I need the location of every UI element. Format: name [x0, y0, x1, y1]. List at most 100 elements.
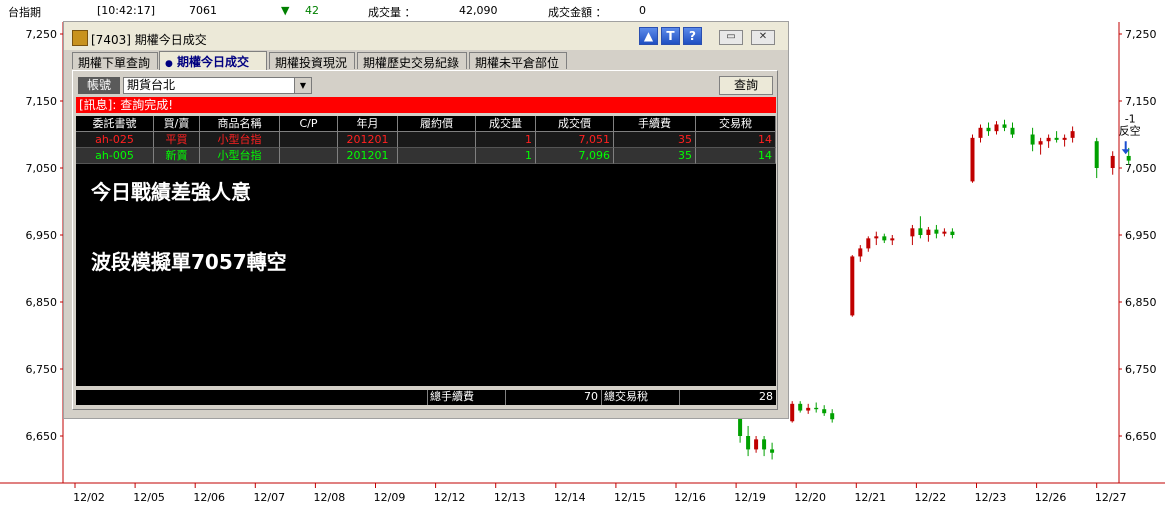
- window-titlebar[interactable]: [7403] 期權今日成交 ▲ T ? ▭ ✕: [64, 22, 788, 50]
- query-button[interactable]: 查詢: [719, 76, 773, 95]
- table-header: 委託書號 買/賣 商品名稱 C/P 年月 履約價 成交量 成交價 手續費 交易稅: [76, 116, 776, 132]
- cell-product: 小型台指: [200, 148, 280, 164]
- trades-grid[interactable]: 委託書號 買/賣 商品名稱 C/P 年月 履約價 成交量 成交價 手續費 交易稅…: [76, 116, 776, 386]
- candle-body: [934, 229, 939, 234]
- y-tick-label: 6,850: [1125, 296, 1157, 309]
- tab-trade-history[interactable]: 期權歷史交易紀錄: [357, 52, 467, 70]
- candle-body: [790, 403, 795, 422]
- message-bar: [訊息]: 查詢完成!: [76, 97, 776, 113]
- candle-body: [1030, 134, 1035, 145]
- candle-body: [950, 231, 955, 235]
- col-price[interactable]: 成交價: [536, 116, 614, 132]
- account-label: 帳號: [78, 77, 120, 94]
- x-tick-label: 12/12: [434, 491, 466, 504]
- tab-investment-status[interactable]: 期權投資現況: [269, 52, 355, 70]
- cell-qty: 1: [476, 148, 536, 164]
- tab-label: 期權今日成交: [177, 55, 250, 69]
- table-row[interactable]: ah-025 平買 小型台指 201201 1 7,051 35 14: [76, 132, 776, 148]
- candle-body: [770, 449, 775, 453]
- y-tick-label: 6,650: [1125, 430, 1157, 443]
- candle-body: [874, 236, 879, 239]
- candle-body: [986, 127, 991, 132]
- y-tick-label: 6,950: [26, 229, 58, 242]
- total-fee-value: 70: [506, 390, 602, 405]
- col-side[interactable]: 買/賣: [154, 116, 200, 132]
- x-tick-label: 12/09: [374, 491, 406, 504]
- x-tick-label: 12/21: [854, 491, 886, 504]
- candle-body: [798, 403, 803, 411]
- y-tick-label: 6,850: [26, 296, 58, 309]
- account-select[interactable]: 期貨台北 ▼: [123, 77, 312, 94]
- tab-open-positions[interactable]: 期權未平倉部位: [469, 52, 567, 70]
- x-tick-label: 12/16: [674, 491, 706, 504]
- footer-spacer: [76, 390, 428, 405]
- candle-body: [746, 436, 751, 450]
- col-order-no[interactable]: 委託書號: [76, 116, 154, 132]
- candle-body: [1110, 155, 1115, 168]
- y-tick-label: 6,950: [1125, 229, 1157, 242]
- candle-body: [850, 256, 855, 316]
- total-fee-label: 總手續費: [428, 390, 506, 405]
- y-tick-label: 6,650: [26, 430, 58, 443]
- candle-body: [942, 231, 947, 234]
- cell-month: 201201: [338, 132, 398, 148]
- cell-order-no: ah-005: [76, 148, 154, 164]
- candle-body: [1062, 137, 1067, 140]
- col-cp[interactable]: C/P: [280, 116, 338, 132]
- cell-cp: [280, 148, 338, 164]
- cell-tax: 14: [696, 132, 776, 148]
- app-icon: [72, 30, 88, 46]
- y-tick-label: 7,050: [1125, 162, 1157, 175]
- total-tax-label: 總交易稅: [602, 390, 680, 405]
- col-strike[interactable]: 履約價: [398, 116, 476, 132]
- candle-body: [866, 238, 871, 249]
- note-line-2: 波段模擬單7057轉空: [91, 250, 287, 274]
- cell-cp: [280, 132, 338, 148]
- y-tick-label: 7,150: [1125, 95, 1157, 108]
- x-tick-label: 12/26: [1035, 491, 1067, 504]
- x-tick-label: 12/13: [494, 491, 526, 504]
- cell-side: 新賣: [154, 148, 200, 164]
- cell-fee: 35: [614, 148, 696, 164]
- x-tick-label: 12/14: [554, 491, 586, 504]
- candle-body: [806, 407, 811, 411]
- col-qty[interactable]: 成交量: [476, 116, 536, 132]
- close-button[interactable]: ✕: [751, 30, 775, 45]
- x-tick-label: 12/06: [193, 491, 225, 504]
- candle-body: [890, 238, 895, 241]
- col-month[interactable]: 年月: [338, 116, 398, 132]
- chevron-down-icon[interactable]: ▼: [294, 78, 311, 93]
- candle-body: [762, 439, 767, 450]
- x-tick-label: 12/23: [975, 491, 1007, 504]
- cell-price: 7,051: [536, 132, 614, 148]
- candle-body: [1094, 141, 1099, 168]
- tab-today-trades[interactable]: ● 期權今日成交: [159, 51, 267, 70]
- col-tax[interactable]: 交易稅: [696, 116, 776, 132]
- candle-body: [926, 229, 931, 235]
- account-value: 期貨台北: [127, 78, 176, 92]
- candle-body: [1054, 137, 1059, 140]
- candle-body: [978, 127, 983, 138]
- help-icon[interactable]: ?: [683, 27, 702, 45]
- candle-body: [1126, 155, 1131, 161]
- t-icon[interactable]: T: [661, 27, 680, 45]
- window-title: [7403] 期權今日成交: [91, 33, 207, 47]
- col-product[interactable]: 商品名稱: [200, 116, 280, 132]
- col-fee[interactable]: 手續費: [614, 116, 696, 132]
- cell-side: 平買: [154, 132, 200, 148]
- x-tick-label: 12/20: [794, 491, 826, 504]
- trade-window[interactable]: [7403] 期權今日成交 ▲ T ? ▭ ✕ 期權下單查詢 ● 期權今日成交 …: [63, 21, 789, 419]
- candle-body: [910, 228, 915, 237]
- candle-body: [970, 137, 975, 182]
- table-row[interactable]: ah-005 新賣 小型台指 201201 1 7,096 35 14: [76, 148, 776, 164]
- triangle-icon[interactable]: ▲: [639, 27, 658, 45]
- tab-order-query[interactable]: 期權下單查詢: [72, 52, 158, 70]
- restore-button[interactable]: ▭: [719, 30, 743, 45]
- candle-body: [754, 439, 759, 450]
- candle-body: [814, 407, 819, 410]
- note-line-1: 今日戰績差強人意: [91, 180, 251, 204]
- totals-bar: 總手續費 70 總交易稅 28: [76, 390, 776, 405]
- candle-body: [830, 413, 835, 420]
- candle-body: [1002, 124, 1007, 128]
- candle-body: [882, 236, 887, 241]
